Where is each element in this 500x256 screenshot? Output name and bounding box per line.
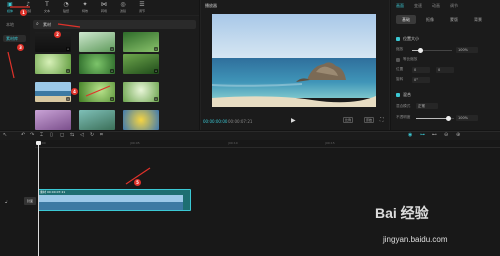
baidu-watermark: Bai 经验 jingyan.baidu.com — [375, 203, 495, 253]
watermark-url: jingyan.baidu.com — [383, 235, 448, 244]
watermark-brand: Bai 经验 — [375, 205, 429, 221]
annotation-arrow — [85, 85, 111, 97]
annotation-badge: 4 — [71, 88, 78, 95]
annotation-badge: 5 — [134, 179, 141, 186]
annotation-badge: 3 — [17, 44, 24, 51]
annotation-arrow — [57, 23, 81, 28]
annotation-badge: 1 — [20, 9, 27, 16]
annotation-arrow — [7, 51, 15, 79]
annotation-badge: 2 — [54, 31, 61, 38]
